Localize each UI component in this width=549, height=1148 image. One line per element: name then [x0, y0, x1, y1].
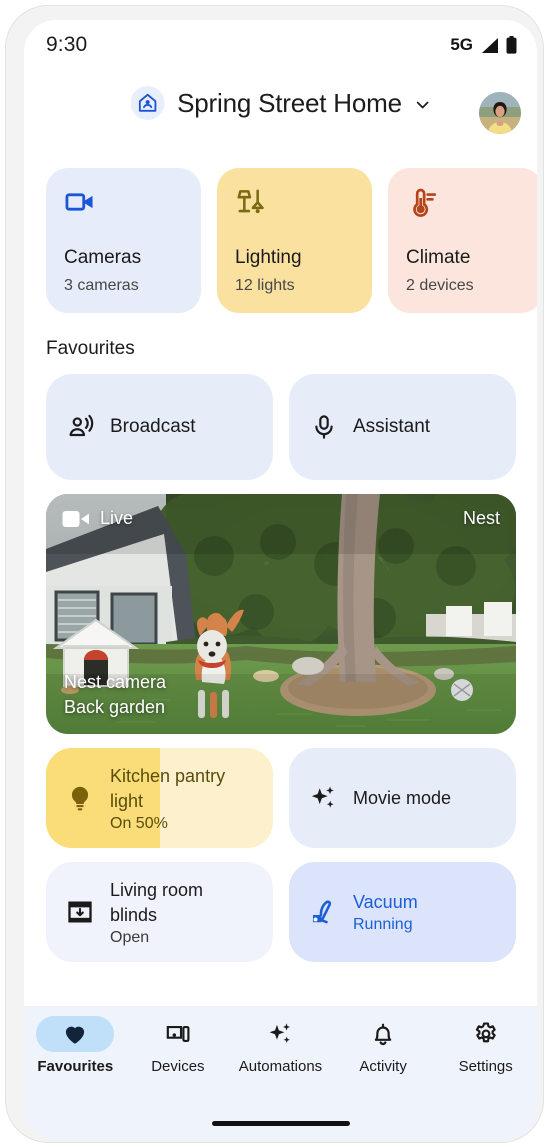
nav-label: Automations [238, 1058, 323, 1075]
assistant-button[interactable]: Assistant [289, 374, 516, 480]
nav-pill [139, 1016, 217, 1052]
nav-item-devices[interactable]: Devices [127, 1016, 230, 1092]
nav-pill [447, 1016, 525, 1052]
category-subtitle: 12 lights [235, 277, 295, 294]
category-card-row[interactable]: Cameras 3 cameras Lighting 12 lights Cli… [24, 168, 537, 316]
favourites-section-title: Favourites [46, 338, 135, 359]
category-card-climate[interactable]: Climate 2 devices [388, 168, 537, 313]
blinds-icon [66, 898, 94, 926]
screenshot-root: 9:30 5G Spring Street Home Cameras 3 cam… [0, 0, 549, 1148]
sparkles-icon [267, 1021, 293, 1047]
avatar[interactable] [479, 92, 521, 134]
light-bulb-icon [66, 784, 94, 812]
category-name: Lighting [235, 247, 302, 268]
tile-name: Vacuum [353, 892, 418, 912]
nav-label: Activity [359, 1058, 407, 1075]
camera-device-name: Nest camera [64, 672, 167, 692]
devices-icon [165, 1021, 191, 1047]
nav-item-favourites[interactable]: Favourites [24, 1016, 127, 1092]
category-card-lighting[interactable]: Lighting 12 lights [217, 168, 372, 313]
video-camera-icon [62, 509, 90, 529]
microphone-icon [311, 414, 337, 440]
tile-state: Running [353, 916, 413, 933]
nav-pill [241, 1016, 319, 1052]
heart-icon [62, 1021, 88, 1047]
status-bar: 9:30 5G [24, 20, 537, 70]
camera-feed-card[interactable]: Live Nest Nest camera Back garden [46, 494, 516, 734]
bell-icon [370, 1021, 396, 1047]
category-subtitle: 3 cameras [64, 277, 139, 294]
home-selector[interactable]: Spring Street Home [130, 86, 431, 120]
video-camera-icon [64, 186, 201, 218]
vacuum-icon [309, 898, 337, 926]
battery-full-icon [506, 36, 517, 54]
category-subtitle: 2 devices [406, 277, 474, 294]
nav-label: Devices [151, 1058, 205, 1075]
nav-pill [344, 1016, 422, 1052]
tile-living-room-blinds[interactable]: Living room blinds Open [46, 862, 273, 962]
sparkles-icon [309, 784, 337, 812]
home-badge-icon [130, 86, 165, 120]
home-indicator[interactable] [211, 1121, 350, 1126]
app-bar: Spring Street Home [24, 70, 537, 156]
bottom-navigation: Favourites Devices Automations Activity … [24, 1006, 537, 1140]
status-time: 9:30 [46, 33, 88, 56]
broadcast-button[interactable]: Broadcast [46, 374, 273, 480]
live-label: Live [100, 508, 134, 528]
nav-item-settings[interactable]: Settings [434, 1016, 537, 1092]
nav-item-activity[interactable]: Activity [332, 1016, 435, 1092]
main-content: Cameras 3 cameras Lighting 12 lights Cli… [24, 156, 537, 1006]
nav-label: Settings [458, 1058, 513, 1075]
camera-caption: Nest camera Back garden [64, 670, 166, 720]
category-name: Climate [406, 247, 471, 268]
lamps-icon [235, 186, 372, 218]
tile-name: Living room blinds [110, 879, 204, 925]
gear-icon [473, 1021, 499, 1047]
pill-label: Assistant [353, 416, 431, 437]
category-card-cameras[interactable]: Cameras 3 cameras [46, 168, 201, 313]
page-title: Spring Street Home [177, 87, 402, 118]
signal-bars-icon [480, 37, 499, 54]
tile-vacuum[interactable]: Vacuum Running [289, 862, 516, 962]
tile-name: Movie mode [353, 787, 452, 808]
favourites-pill-row: Broadcast Assistant [46, 374, 516, 480]
camera-room-name: Back garden [64, 697, 166, 717]
camera-brand-label: Nest [462, 508, 500, 528]
tile-state: On 50% [110, 814, 168, 832]
tile-state: Open [110, 928, 150, 946]
tile-name: Kitchen pantry light [110, 765, 226, 811]
device-tile-row-2: Living room blinds Open Vacuum Running [46, 862, 516, 962]
category-name: Cameras [64, 247, 142, 268]
nav-active-pill [36, 1016, 115, 1052]
pill-label: Broadcast [110, 416, 196, 437]
tile-kitchen-pantry-light[interactable]: Kitchen pantry light On 50% [46, 748, 273, 848]
thermometer-icon [406, 186, 537, 218]
broadcast-icon [68, 414, 94, 440]
tile-movie-mode[interactable]: Movie mode [289, 748, 516, 848]
nav-item-automations[interactable]: Automations [229, 1016, 332, 1092]
phone-frame: 9:30 5G Spring Street Home Cameras 3 cam… [6, 6, 543, 1142]
status-indicators: 5G [450, 35, 517, 55]
nav-label: Favourites [37, 1058, 114, 1075]
phone-screen: 9:30 5G Spring Street Home Cameras 3 cam… [24, 20, 537, 1140]
chevron-down-icon[interactable] [415, 93, 431, 113]
live-badge: Live [62, 508, 133, 529]
network-type-label: 5G [450, 35, 473, 54]
device-tile-row-1: Kitchen pantry light On 50% Movie mode [46, 748, 516, 848]
